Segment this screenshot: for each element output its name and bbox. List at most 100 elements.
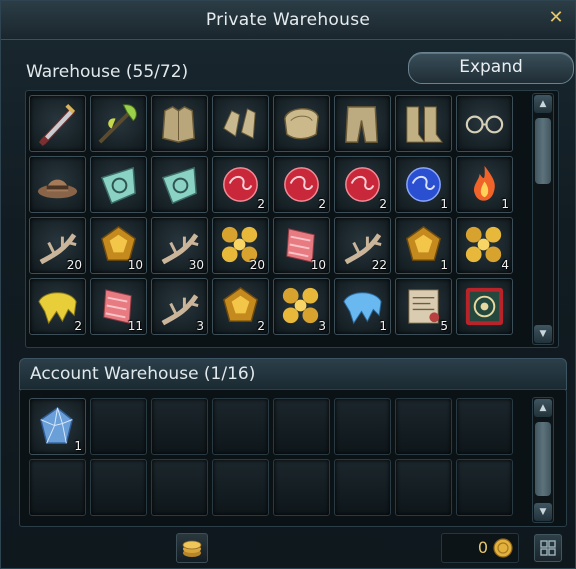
warehouse-slot[interactable]: 2 — [334, 156, 391, 213]
warehouse-slot[interactable] — [90, 156, 147, 213]
account-warehouse-slot[interactable] — [334, 459, 391, 516]
warehouse-slot[interactable] — [395, 95, 452, 152]
warehouse-slot[interactable]: 30 — [151, 217, 208, 274]
account-warehouse-slot[interactable] — [395, 459, 452, 516]
chest-armor-icon — [162, 105, 195, 143]
account-warehouse-slot[interactable] — [90, 398, 147, 455]
account-warehouse-slot[interactable] — [29, 459, 86, 516]
item-quantity: 2 — [318, 197, 326, 211]
warehouse-slot[interactable] — [212, 95, 269, 152]
item-quantity: 30 — [188, 258, 204, 272]
warehouse-slot[interactable] — [90, 95, 147, 152]
item-quantity: 1 — [379, 319, 387, 333]
item-quantity: 2 — [379, 197, 387, 211]
warehouse-slot[interactable]: 2 — [212, 278, 269, 335]
warehouse-slot[interactable] — [29, 156, 86, 213]
window-title: Private Warehouse — [205, 10, 371, 30]
warehouse-slot[interactable]: 1 — [334, 278, 391, 335]
item-quantity: 1 — [440, 258, 448, 272]
item-quantity: 4 — [501, 258, 509, 272]
item-quantity: 10 — [127, 258, 143, 272]
scroll-up-button[interactable]: ▲ — [534, 95, 552, 113]
gold-coin-icon — [493, 538, 513, 558]
account-warehouse-slot[interactable] — [395, 398, 452, 455]
account-warehouse-slot[interactable] — [212, 398, 269, 455]
expand-button[interactable]: Expand — [408, 52, 574, 84]
warehouse-label: Warehouse (55/72) — [26, 62, 189, 82]
account-warehouse-header: Account Warehouse (1/16) — [19, 358, 567, 390]
item-quantity: 3 — [196, 319, 204, 333]
money-display: 0 — [441, 533, 519, 563]
warehouse-slot[interactable]: 11 — [90, 278, 147, 335]
item-quantity: 20 — [249, 258, 265, 272]
deposit-money-button[interactable] — [176, 533, 208, 563]
warehouse-slot[interactable]: 1 — [395, 156, 452, 213]
warehouse-slot[interactable]: 4 — [456, 217, 513, 274]
account-warehouse-slot[interactable] — [456, 398, 513, 455]
glasses-icon — [465, 115, 504, 134]
warehouse-slot[interactable]: 1 — [395, 217, 452, 274]
account-scrollbar[interactable]: ▲ ▼ — [532, 397, 554, 523]
account-warehouse-slot[interactable] — [273, 398, 330, 455]
warehouse-slot[interactable]: 5 — [395, 278, 452, 335]
grid-icon — [540, 540, 556, 556]
warehouse-slot[interactable]: 10 — [90, 217, 147, 274]
warehouse-slot[interactable] — [29, 95, 86, 152]
coin-stack-icon — [182, 540, 202, 557]
shield-emblem-icon — [161, 166, 197, 205]
account-warehouse-label: Account Warehouse (1/16) — [30, 364, 256, 384]
scroll-thumb[interactable] — [535, 118, 551, 184]
account-warehouse-slot[interactable] — [456, 459, 513, 516]
item-quantity: 22 — [371, 258, 387, 272]
account-warehouse-slot[interactable] — [151, 398, 208, 455]
item-quantity: 10 — [310, 258, 326, 272]
account-scroll-thumb[interactable] — [535, 422, 551, 496]
warehouse-slot[interactable]: 20 — [29, 217, 86, 274]
item-quantity: 1 — [501, 197, 509, 211]
scroll-down-button[interactable]: ▼ — [534, 325, 552, 343]
warehouse-slot[interactable] — [273, 95, 330, 152]
item-quantity: 1 — [74, 439, 82, 453]
rune-card-icon — [465, 287, 504, 326]
account-warehouse-slot[interactable] — [334, 398, 391, 455]
polearm-icon — [98, 104, 137, 144]
close-icon[interactable]: ✕ — [545, 7, 567, 29]
account-warehouse-slot[interactable] — [151, 459, 208, 516]
warehouse-slot[interactable]: 1 — [456, 156, 513, 213]
warehouse-slot[interactable]: 2 — [29, 278, 86, 335]
warehouse-slot[interactable]: 22 — [334, 217, 391, 274]
gauntlets-icon — [223, 108, 256, 139]
account-warehouse-slot[interactable] — [90, 459, 147, 516]
item-quantity: 2 — [257, 197, 265, 211]
account-scroll-up-button[interactable]: ▲ — [534, 399, 552, 417]
dagger-icon — [38, 103, 76, 147]
account-warehouse-slot[interactable] — [273, 459, 330, 516]
boots-icon — [406, 106, 444, 143]
warehouse-slot[interactable] — [151, 95, 208, 152]
private-scrollbar[interactable]: ▲ ▼ — [532, 93, 554, 345]
item-quantity: 20 — [66, 258, 82, 272]
warehouse-slot[interactable] — [456, 95, 513, 152]
pauldron-icon — [284, 108, 319, 140]
warehouse-slot[interactable] — [151, 156, 208, 213]
leg-armor-icon — [345, 106, 378, 143]
warehouse-slot[interactable]: 2 — [273, 156, 330, 213]
item-quantity: 1 — [440, 197, 448, 211]
account-warehouse-slot[interactable]: 1 — [29, 398, 86, 455]
item-quantity: 11 — [127, 319, 143, 333]
shield-emblem-icon — [100, 166, 136, 205]
title-bar[interactable]: Private Warehouse ✕ — [1, 1, 575, 40]
warehouse-slot[interactable] — [334, 95, 391, 152]
money-value: 0 — [477, 538, 488, 557]
account-warehouse-slot[interactable] — [212, 459, 269, 516]
item-quantity: 2 — [74, 319, 82, 333]
warehouse-slot[interactable]: 3 — [273, 278, 330, 335]
warehouse-slot[interactable]: 2 — [212, 156, 269, 213]
warehouse-slot[interactable] — [456, 278, 513, 335]
account-scroll-down-button[interactable]: ▼ — [534, 503, 552, 521]
warehouse-slot[interactable]: 3 — [151, 278, 208, 335]
warehouse-slot[interactable]: 10 — [273, 217, 330, 274]
warehouse-slot[interactable]: 20 — [212, 217, 269, 274]
item-quantity: 5 — [440, 319, 448, 333]
sort-grid-button[interactable] — [534, 534, 562, 562]
